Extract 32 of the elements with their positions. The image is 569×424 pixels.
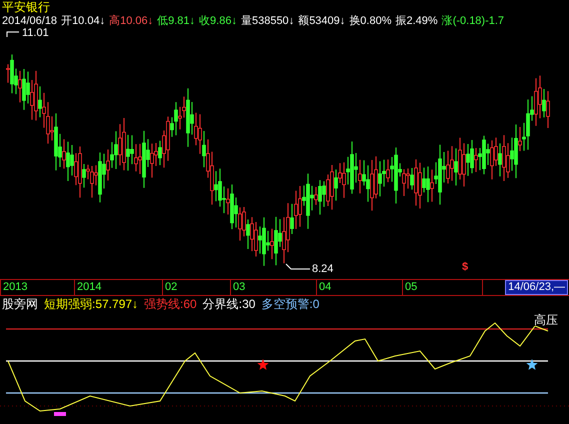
axis-label: 03 [233,282,246,294]
indicator-legend: 多空预警:0 [261,298,320,310]
quote-value: 高10.06↓ [109,16,154,27]
signal-label: 高压 [534,314,558,326]
axis-label: 2013 [3,282,28,294]
quote-value: 收9.86↓ [199,16,237,27]
leader-line [6,29,20,38]
axis-label: 02 [165,282,178,294]
axis-label: 2014 [77,282,102,294]
quote-value: 额53409↓ [298,16,346,27]
indicator-legend: 分界线:30 [202,298,256,310]
indicator-legend: 强势线:60 [144,298,197,310]
marker-sign: $ [462,262,468,274]
cursor-date: 14/06/23,— [505,280,568,296]
star-icon [526,359,538,370]
low-price-label: 8.24 [312,264,334,276]
axis-label: 05 [405,282,418,294]
axis-label: 04 [319,282,332,294]
quote-value: 换0.80% [349,16,392,27]
signal-bar [54,412,66,416]
quote-value: 振2.49% [395,16,438,27]
leader-line [285,263,311,272]
quote-value: 涨(-0.18)-1.7 [442,16,504,27]
quote-date: 2014/06/18 [2,16,58,27]
indicator-legend: 短期强弱:57.797↓ [44,298,138,310]
quote-value: 量538550↓ [240,16,294,27]
star-icon [257,359,269,370]
quote-value: 低9.81↓ [157,16,196,27]
stock-name: 平安银行 [2,0,50,13]
quote-value: 开10.04↓ [61,16,106,27]
indicator-legend: 股旁网 [2,298,38,310]
high-price-label: 11.01 [22,28,49,40]
